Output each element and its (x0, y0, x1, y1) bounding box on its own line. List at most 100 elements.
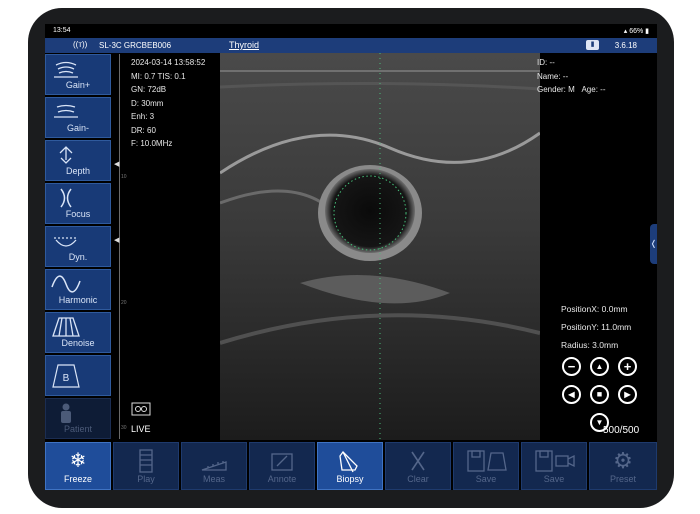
antenna-icon: ((ᴛ)) (73, 40, 88, 49)
clear-label: Clear (407, 474, 429, 484)
stop-icon: ■ (596, 389, 603, 399)
gain-down-button[interactable]: Gain- (45, 97, 111, 138)
arrow-left-icon: ◀ (568, 390, 575, 399)
focus-marker: ◀ (114, 237, 120, 244)
harmonic-label: Harmonic (58, 295, 98, 305)
position-y: PositionY: 11.0mm (561, 322, 632, 332)
measurement-info: PositionX: 0.0mm PositionY: 11.0mm Radiu… (561, 300, 631, 354)
move-left-button[interactable]: ◀ (562, 385, 581, 404)
harmonic-icon (51, 275, 81, 293)
save-video-label: Save (543, 474, 565, 484)
arrow-up-icon: ▲ (595, 362, 604, 371)
clear-button[interactable]: Clear (385, 442, 451, 490)
plus-icon: + (623, 359, 632, 374)
param-dynamic-range: DR: 60 (131, 125, 156, 135)
timestamp: 2024-03-14 13:58:52 (131, 58, 206, 67)
gain-up-label: Gain+ (65, 80, 91, 90)
app-version: 3.6.18 (614, 41, 637, 50)
scale-tick-label: 30 (121, 425, 127, 431)
stop-button[interactable]: ■ (590, 385, 609, 404)
play-button[interactable]: Play (113, 442, 179, 490)
zoom-out-button[interactable]: − (562, 357, 581, 376)
denoise-label: Denoise (61, 338, 95, 348)
svg-text:B: B (63, 373, 70, 384)
denoise-icon (52, 317, 80, 337)
ios-status-bar: 13:54 ▴ 66% ▮ (45, 24, 657, 38)
save-image-icon (467, 450, 507, 472)
position-x: PositionX: 0.0mm (561, 304, 628, 314)
clear-icon (411, 451, 425, 471)
gain-up-icon (54, 61, 78, 78)
dynamic-range-label: Dyn. (68, 252, 88, 262)
scale-tick-label: 20 (121, 300, 127, 306)
patient-gender: Gender: M (537, 85, 575, 94)
annotate-label: Annote (267, 474, 297, 484)
app-screen: 13:54 ▴ 66% ▮ ((ᴛ)) SL-3C GRCBEB006 Thyr… (45, 24, 657, 490)
live-label: LIVE (131, 424, 151, 434)
denoise-button[interactable]: Denoise (45, 312, 111, 353)
preset-name[interactable]: Thyroid (229, 40, 259, 50)
move-right-button[interactable]: ▶ (618, 385, 637, 404)
save-image-button[interactable]: Save (453, 442, 519, 490)
play-label: Play (137, 474, 155, 484)
side-panel-toggle[interactable]: ❬ (650, 224, 657, 264)
biopsy-label: Biopsy (336, 474, 364, 484)
biopsy-icon (339, 451, 358, 473)
biopsy-button[interactable]: Biopsy (317, 442, 383, 490)
zoom-in-button[interactable]: + (618, 357, 637, 376)
snowflake-icon: ❄ (69, 450, 87, 472)
film-icon (139, 449, 153, 473)
dynamic-range-icon (54, 237, 78, 247)
patient-label: Patient (63, 424, 93, 434)
move-up-button[interactable]: ▲ (590, 357, 609, 376)
gain-up-button[interactable]: Gain+ (45, 54, 111, 95)
patient-icon (61, 403, 71, 423)
save-video-button[interactable]: Save (521, 442, 587, 490)
patient-button[interactable]: Patient (45, 398, 111, 439)
device-name[interactable]: SL-3C GRCBEB006 (99, 41, 171, 50)
annotate-button[interactable]: Annote (249, 442, 315, 490)
probe-battery-icon: ▮ (586, 40, 599, 50)
gear-icon: ⚙ (613, 448, 633, 473)
freeze-button[interactable]: ❄ Freeze (45, 442, 111, 490)
probe-icon (131, 402, 151, 416)
scale-tick-label: 10 (121, 174, 127, 180)
ultrasound-image[interactable] (220, 53, 540, 440)
minus-icon: − (567, 359, 576, 374)
save-video-icon (535, 450, 575, 472)
param-gain: GN: 72dB (131, 85, 167, 94)
gain-down-icon (54, 104, 78, 118)
patient-id: ID: -- (537, 58, 555, 67)
param-enhancement: Enh: 3 (131, 112, 155, 121)
harmonic-button[interactable]: Harmonic (45, 269, 111, 310)
b-mode-icon: B (52, 364, 80, 388)
measure-button[interactable]: Meas (181, 442, 247, 490)
dynamic-range-button[interactable]: Dyn. (45, 226, 111, 267)
preset-button[interactable]: ⚙ Preset (589, 442, 657, 490)
battery-level: 66% (629, 28, 644, 35)
depth-button[interactable]: Depth (45, 140, 111, 181)
patient-name: Name: -- (537, 71, 569, 81)
focus-marker: ◀ (114, 161, 120, 168)
freeze-label: Freeze (63, 474, 92, 484)
depth-label: Depth (65, 166, 91, 176)
chevron-left-icon: ❬ (650, 239, 657, 248)
param-mi-tis: MI: 0.7 TIS: 0.1 (131, 71, 186, 81)
patient-age: Age: -- (581, 85, 606, 94)
battery-indicator: ▴ 66% ▮ (623, 28, 649, 35)
arrow-right-icon: ▶ (624, 390, 631, 399)
preset-label: Preset (609, 474, 636, 484)
patient-info: ID: -- Name: -- Gender: M Age: -- (537, 56, 605, 97)
b-mode-button[interactable]: B (45, 355, 111, 396)
param-frequency: F: 10.0MHz (131, 139, 173, 148)
measure-label: Meas (202, 474, 225, 484)
annotate-icon (271, 453, 293, 471)
depth-icon (59, 146, 73, 164)
focus-button[interactable]: Focus (45, 183, 111, 224)
gain-down-label: Gain- (66, 123, 89, 133)
frame-counter: 500/500 (603, 425, 640, 436)
depth-scale (115, 54, 120, 439)
ruler-icon (201, 461, 227, 471)
scan-parameters: 2024-03-14 13:58:52 MI: 0.7 TIS: 0.1 GN:… (131, 56, 205, 151)
save-image-label: Save (475, 474, 497, 484)
